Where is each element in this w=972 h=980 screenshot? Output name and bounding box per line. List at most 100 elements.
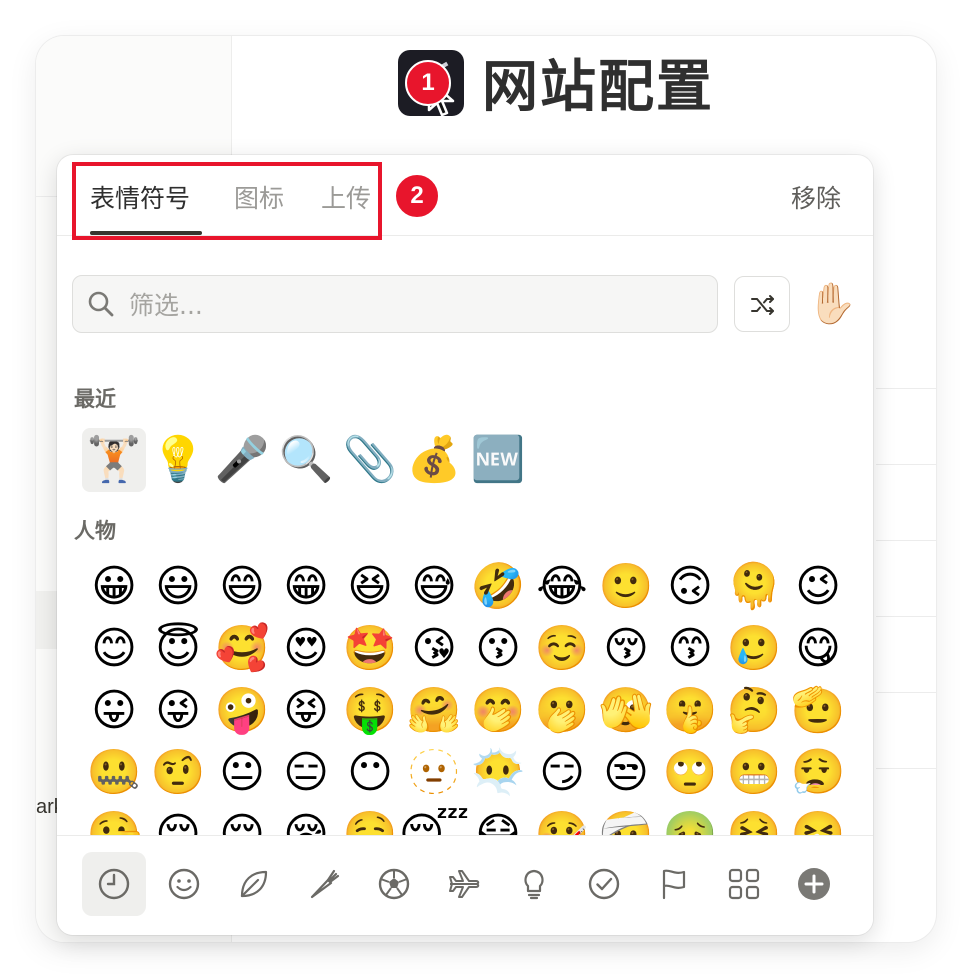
emoji-cell[interactable]: 😬 bbox=[722, 741, 786, 805]
emoji-cell[interactable]: 🫡 bbox=[786, 679, 843, 743]
section-label-recent: 最近 bbox=[74, 387, 116, 411]
emoji-cell[interactable]: 💡 bbox=[146, 428, 210, 492]
grid-icon bbox=[728, 868, 760, 900]
add-custom-emoji-button[interactable] bbox=[782, 852, 846, 916]
emoji-cell[interactable]: 🤐 bbox=[82, 741, 146, 805]
plus-circle-icon bbox=[798, 868, 830, 900]
remove-button[interactable]: 移除 bbox=[791, 179, 841, 215]
emoji-cell[interactable]: 🏋🏻 bbox=[82, 428, 146, 492]
category-travel[interactable] bbox=[432, 852, 496, 916]
leaf-icon bbox=[240, 870, 268, 898]
emoji-cell[interactable]: 🥲 bbox=[722, 617, 786, 681]
category-people[interactable] bbox=[152, 852, 216, 916]
emoji-cell[interactable]: 🤫 bbox=[658, 679, 722, 743]
emoji-cell[interactable]: 😃 bbox=[146, 555, 210, 619]
emoji-cell[interactable]: 🤗 bbox=[402, 679, 466, 743]
emoji-cell[interactable]: 😘 bbox=[402, 617, 466, 681]
emoji-cell[interactable]: 😊 bbox=[82, 617, 146, 681]
emoji-cell[interactable]: 🤤 bbox=[338, 803, 402, 836]
emoji-cell[interactable]: 😶 bbox=[338, 741, 402, 805]
emoji-cell[interactable]: 😄 bbox=[210, 555, 274, 619]
smiley-icon bbox=[168, 868, 200, 900]
emoji-cell[interactable]: 🤭 bbox=[466, 679, 530, 743]
emoji-cell[interactable]: 😷 bbox=[466, 803, 530, 836]
category-nature[interactable] bbox=[222, 852, 286, 916]
emoji-cell[interactable]: 😜 bbox=[146, 679, 210, 743]
random-emoji-button[interactable] bbox=[734, 276, 790, 332]
emoji-cell[interactable]: 😛 bbox=[82, 679, 146, 743]
category-flags[interactable] bbox=[642, 852, 706, 916]
search-input[interactable] bbox=[127, 286, 691, 324]
emoji-cell[interactable]: 😆 bbox=[338, 555, 402, 619]
emoji-cell[interactable]: 😐 bbox=[210, 741, 274, 805]
category-recent[interactable] bbox=[82, 852, 146, 916]
emoji-cell[interactable]: 🙂 bbox=[594, 555, 658, 619]
emoji-cell[interactable]: 😝 bbox=[274, 679, 338, 743]
category-food[interactable] bbox=[292, 852, 356, 916]
emoji-cell[interactable]: 🥰 bbox=[210, 617, 274, 681]
icon-picker-popover: 表情符号 图标 上传 移除 ✋🏻 最近 🏋🏻 💡 🎤 🔍 📎 💰 🆕 人物 bbox=[57, 155, 873, 935]
emoji-cell[interactable]: 😏 bbox=[530, 741, 594, 805]
emoji-cell[interactable]: 😉 bbox=[786, 555, 843, 619]
emoji-cell[interactable]: 😇 bbox=[146, 617, 210, 681]
emoji-cell[interactable]: 🫠 bbox=[722, 555, 786, 619]
emoji-cell[interactable]: 💰 bbox=[402, 428, 466, 492]
emoji-cell[interactable]: ☺️ bbox=[530, 617, 594, 681]
category-objects[interactable] bbox=[502, 852, 566, 916]
emoji-cell[interactable]: 🫣 bbox=[594, 679, 658, 743]
emoji-cell[interactable]: 🤢 bbox=[658, 803, 722, 836]
emoji-cell[interactable]: 🤥 bbox=[82, 803, 146, 836]
emoji-cell[interactable]: 🤕 bbox=[594, 803, 658, 836]
emoji-cell[interactable]: 🙄 bbox=[658, 741, 722, 805]
category-activity[interactable] bbox=[362, 852, 426, 916]
emoji-cell[interactable]: 😁 bbox=[274, 555, 338, 619]
emoji-cell[interactable]: 😪 bbox=[274, 803, 338, 836]
emoji-cell[interactable]: 🤣 bbox=[466, 555, 530, 619]
lightbulb-icon bbox=[524, 869, 544, 900]
emoji-cell[interactable]: 😶‍🌫️ bbox=[466, 741, 530, 805]
emoji-cell[interactable]: 🫥 bbox=[402, 741, 466, 805]
emoji-cell[interactable]: 🔍 bbox=[274, 428, 338, 492]
emoji-cell[interactable]: 📎 bbox=[338, 428, 402, 492]
category-custom[interactable] bbox=[712, 852, 776, 916]
emoji-cell[interactable]: 🆕 bbox=[466, 428, 530, 492]
emoji-cell[interactable]: 🤧 bbox=[786, 803, 843, 836]
emoji-cell[interactable]: 😒 bbox=[594, 741, 658, 805]
emoji-grid-row: 😛 😜 🤪 😝 🤑 🤗 🤭 🫢 🫣 🤫 🤔 🫡 bbox=[82, 679, 843, 743]
carrot-icon bbox=[310, 869, 340, 899]
category-symbols[interactable] bbox=[572, 852, 636, 916]
emoji-search-field[interactable] bbox=[72, 275, 718, 333]
emoji-grid-row: 🤥 😌 😔 😪 🤤 😴 😷 🤒 🤕 🤢 🤮 🤧 bbox=[82, 803, 843, 836]
emoji-cell[interactable]: 😂 bbox=[530, 555, 594, 619]
shuffle-icon bbox=[751, 295, 774, 315]
emoji-cell[interactable]: 😮‍💨 bbox=[786, 741, 843, 805]
emoji-grid-row: 🤐 🤨 😐 😑 😶 🫥 😶‍🌫️ 😏 😒 🙄 😬 😮‍💨 bbox=[82, 741, 843, 805]
emoji-cell[interactable]: 😍 bbox=[274, 617, 338, 681]
emoji-cell[interactable]: 🤨 bbox=[146, 741, 210, 805]
emoji-cell[interactable]: 🙃 bbox=[658, 555, 722, 619]
emoji-cell[interactable]: 😑 bbox=[274, 741, 338, 805]
emoji-grid-row: 😀 😃 😄 😁 😆 😅 🤣 😂 🙂 🙃 🫠 😉 bbox=[82, 555, 843, 619]
checkmark-circle-icon bbox=[588, 868, 620, 900]
emoji-cell[interactable]: 🤔 bbox=[722, 679, 786, 743]
page-title[interactable]: 网站配置 bbox=[482, 42, 714, 123]
emoji-cell[interactable]: 😀 bbox=[82, 555, 146, 619]
emoji-cell[interactable]: 🤮 bbox=[722, 803, 786, 836]
emoji-cell[interactable]: 😔 bbox=[210, 803, 274, 836]
skin-tone-button[interactable]: ✋🏻 bbox=[807, 279, 857, 329]
emoji-cell[interactable]: 😋 bbox=[786, 617, 843, 681]
emoji-cell[interactable]: 🫢 bbox=[530, 679, 594, 743]
emoji-cell[interactable]: 😅 bbox=[402, 555, 466, 619]
emoji-cell[interactable]: 🤒 bbox=[530, 803, 594, 836]
emoji-cell[interactable]: 😴 bbox=[399, 803, 470, 836]
emoji-cell[interactable]: 😗 bbox=[466, 617, 530, 681]
emoji-cell[interactable]: 😙 bbox=[658, 617, 722, 681]
emoji-cell[interactable]: 😚 bbox=[594, 617, 658, 681]
flag-icon bbox=[662, 869, 686, 900]
emoji-cell[interactable]: 🤑 bbox=[338, 679, 402, 743]
emoji-cell[interactable]: 🎤 bbox=[210, 428, 274, 492]
emoji-cell[interactable]: 🤪 bbox=[210, 679, 274, 743]
emoji-cell[interactable]: 🤩 bbox=[338, 617, 402, 681]
emoji-cell[interactable]: 😌 bbox=[146, 803, 210, 836]
section-label-people: 人物 bbox=[74, 519, 116, 543]
